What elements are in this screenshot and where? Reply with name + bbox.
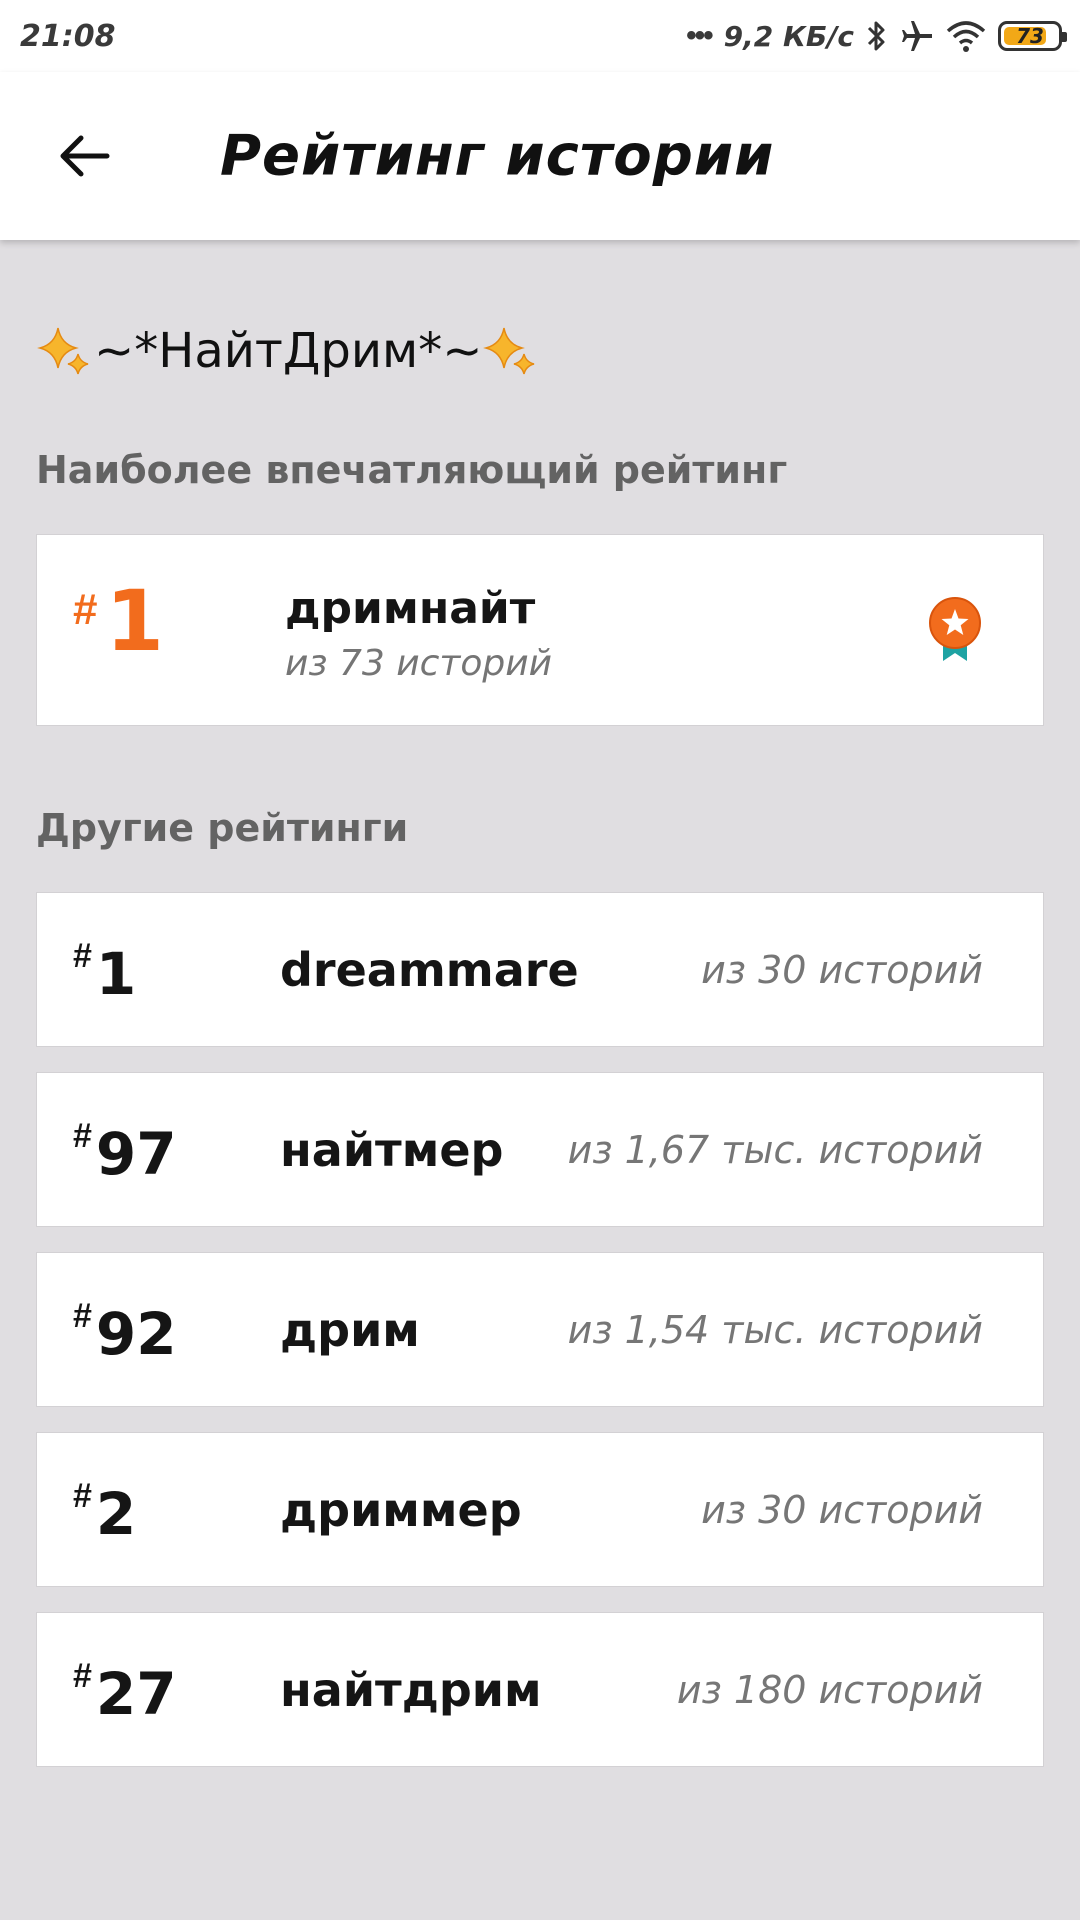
ranking-tag: найтдрим [280,1662,542,1717]
ranking-count: из 30 историй [701,947,983,992]
arrow-left-icon [60,135,110,177]
ranking-tag: dreammare [280,942,579,997]
rank: # 27 [73,1657,177,1723]
wifi-icon [946,19,986,53]
sparkles-icon [37,327,89,375]
rank-hash: # [73,1116,92,1155]
ranking-count: из 1,67 тыс. историй [567,1127,983,1172]
sparkles-icon [483,327,535,375]
rank-number: 97 [95,1119,177,1188]
rank-number: 1 [105,572,164,670]
ranking-tag: найтмер [280,1122,504,1177]
top-ranking-tag: дримнайт [285,583,536,634]
ranking-count: из 30 историй [701,1487,983,1532]
rank-hash: # [73,1476,92,1515]
back-button[interactable] [50,121,120,191]
battery-level: 73 [1016,24,1044,48]
rank: # 92 [73,1297,177,1363]
top-ranking-count: из 73 историй [285,643,553,684]
rank-number: 92 [95,1299,177,1368]
rank: # 2 [73,1477,136,1543]
battery-nub [1062,32,1067,42]
top-rank: # 1 [73,579,164,663]
story-title-text: ~*НайтДрим*~ [94,323,483,379]
ranking-tag: дрим [280,1302,420,1357]
top-ranking-label: Наиболее впечатляющий рейтинг [36,448,788,492]
ranking-row[interactable]: # 2 дриммер из 30 историй [36,1432,1044,1587]
top-ranking-card[interactable]: # 1 дримнайт из 73 историй [36,534,1044,726]
bluetooth-icon [866,19,888,53]
rank-hash: # [73,936,92,975]
notification-dots: ••• [686,19,713,52]
airplane-mode-icon [900,19,934,53]
app-bar: Рейтинг истории [0,72,1080,240]
status-icons: ••• 9,2 КБ/с 73 [686,19,1067,53]
status-time: 21:08 [20,18,116,54]
ranking-row[interactable]: # 92 дрим из 1,54 тыс. историй [36,1252,1044,1407]
rank-number: 2 [95,1479,137,1548]
ranking-row[interactable]: # 97 найтмер из 1,67 тыс. историй [36,1072,1044,1227]
network-speed: 9,2 КБ/с [723,19,854,53]
story-title: ~*НайтДрим*~ [36,322,540,380]
status-bar: 21:08 ••• 9,2 КБ/с 73 [0,0,1080,72]
rank-number: 1 [95,939,137,1008]
page-title: Рейтинг истории [220,123,775,189]
ranking-row[interactable]: # 27 найтдрим из 180 историй [36,1612,1044,1767]
rank: # 1 [73,937,136,1003]
rank-hash: # [73,1656,92,1695]
ranking-tag: дриммер [280,1482,522,1537]
rank-hash: # [73,1296,92,1335]
other-rankings-label: Другие рейтинги [36,806,409,850]
rank: # 97 [73,1117,177,1183]
ranking-count: из 180 историй [676,1667,983,1712]
ranking-count: из 1,54 тыс. историй [567,1307,983,1352]
medal-star-icon [929,597,981,661]
ranking-row[interactable]: # 1 dreammare из 30 историй [36,892,1044,1047]
rank-number: 27 [95,1659,177,1728]
rank-hash: # [73,585,98,634]
battery-indicator: 73 [998,21,1067,51]
